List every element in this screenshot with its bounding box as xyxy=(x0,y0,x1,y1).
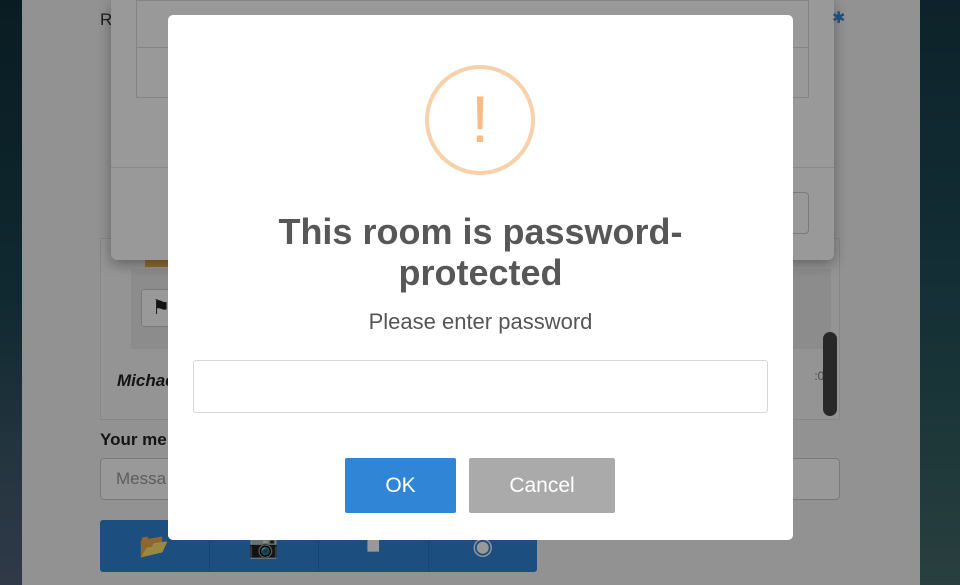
cancel-button[interactable]: Cancel xyxy=(469,458,615,513)
password-dialog: ! This room is password-protected Please… xyxy=(168,15,793,540)
dialog-title: This room is password-protected xyxy=(278,211,683,293)
ok-button[interactable]: OK xyxy=(345,458,456,513)
password-input[interactable] xyxy=(193,360,768,413)
dialog-text: Please enter password xyxy=(368,309,593,334)
warning-icon: ! xyxy=(425,65,535,175)
